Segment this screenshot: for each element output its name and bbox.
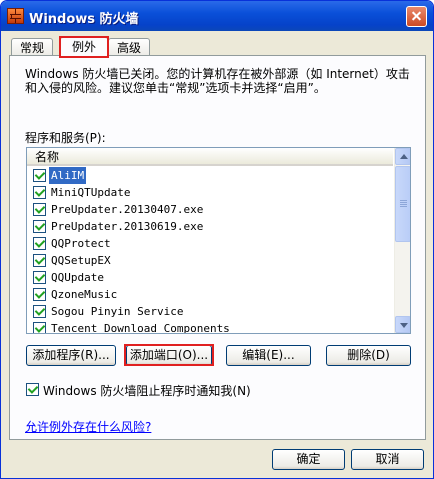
scroll-thumb[interactable] — [395, 166, 410, 242]
list-item[interactable]: MiniQTUpdate — [27, 184, 393, 201]
item-checkbox[interactable] — [33, 322, 46, 333]
item-label: Sogou Pinyin Service — [51, 305, 184, 318]
item-label: AliIM — [49, 167, 87, 184]
tab-advanced[interactable]: 高级 — [108, 38, 150, 56]
notify-label[interactable]: Windows 防火墙阻止程序时通知我(N) — [43, 382, 251, 399]
firewall-icon — [7, 8, 24, 24]
list-item[interactable]: Sogou Pinyin Service — [27, 303, 393, 320]
list-item[interactable]: PreUpdater.20130619.exe — [27, 218, 393, 235]
scroll-down-arrow-icon[interactable] — [395, 316, 410, 333]
scroll-up-arrow-icon[interactable] — [395, 148, 410, 165]
item-label: QQProtect — [51, 237, 111, 250]
item-label: Tencent Download Components — [51, 322, 230, 334]
list-item[interactable]: AliIM — [27, 167, 393, 184]
list-item[interactable]: PreUpdater.20130407.exe — [27, 201, 393, 218]
item-label: MiniQTUpdate — [51, 186, 131, 199]
item-checkbox[interactable] — [33, 237, 46, 250]
item-label: PreUpdater.20130407.exe — [51, 203, 204, 216]
close-button[interactable] — [406, 6, 427, 27]
vertical-scrollbar[interactable] — [394, 148, 410, 333]
exceptions-risk-link[interactable]: 允许例外存在什么风险? — [25, 418, 151, 435]
firewall-dialog: Windows 防火墙 常规 例外 高级 Windows 防火墙已关闭。您的计算… — [0, 0, 434, 479]
item-label: QzoneMusic — [51, 288, 118, 301]
item-checkbox[interactable] — [33, 288, 46, 301]
list-item[interactable]: QzoneMusic — [27, 286, 393, 303]
edit-button[interactable]: 编辑(E)... — [226, 345, 311, 366]
cancel-button[interactable]: 取消 — [351, 449, 424, 470]
item-checkbox[interactable] — [33, 254, 46, 267]
program-rows: AliIM MiniQTUpdate PreUpdater.20130407.exe… — [27, 167, 393, 334]
list-item[interactable]: QQProtect — [27, 235, 393, 252]
add-program-button[interactable]: 添加程序(R)... — [26, 345, 116, 366]
add-port-button[interactable]: 添加端口(O)... — [126, 345, 212, 366]
item-checkbox[interactable] — [33, 305, 46, 318]
list-item[interactable]: Tencent Download Components — [27, 320, 393, 334]
notify-checkbox[interactable] — [26, 383, 39, 396]
item-checkbox[interactable] — [33, 271, 46, 284]
programs-list[interactable]: 名称 AliIM MiniQTUpdate PreUpdater.20130407.… — [26, 147, 411, 334]
delete-button[interactable]: 删除(D) — [326, 345, 411, 366]
list-item[interactable]: QQUpdate — [27, 269, 393, 286]
programs-services-label: 程序和服务(P): — [25, 131, 106, 145]
item-label: QQSetupEX — [51, 254, 111, 267]
item-checkbox[interactable] — [33, 186, 46, 199]
item-checkbox[interactable] — [33, 203, 46, 216]
item-checkbox[interactable] — [33, 220, 46, 233]
column-header-name[interactable]: 名称 — [27, 148, 393, 166]
item-label: QQUpdate — [51, 271, 104, 284]
title-bar[interactable]: Windows 防火墙 — [1, 1, 433, 31]
list-item[interactable]: QQSetupEX — [27, 252, 393, 269]
item-label: PreUpdater.20130619.exe — [51, 220, 204, 233]
window-title: Windows 防火墙 — [29, 12, 139, 27]
ok-button[interactable]: 确定 — [272, 449, 345, 470]
item-checkbox[interactable] — [33, 169, 46, 182]
tab-general[interactable]: 常规 — [11, 38, 53, 56]
tab-exceptions[interactable]: 例外 — [60, 36, 108, 57]
firewall-off-warning: Windows 防火墙已关闭。您的计算机存在被外部源（如 Internet）攻击… — [25, 67, 410, 95]
